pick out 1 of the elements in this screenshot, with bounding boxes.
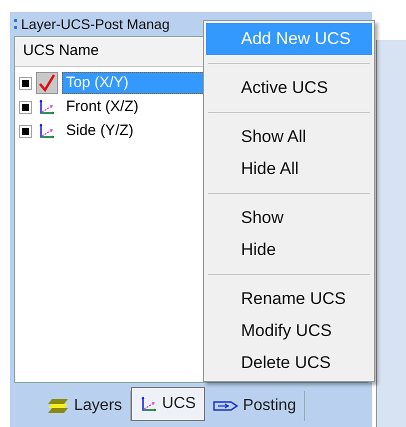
window-title: Layer-UCS-Post Manag — [21, 14, 170, 34]
